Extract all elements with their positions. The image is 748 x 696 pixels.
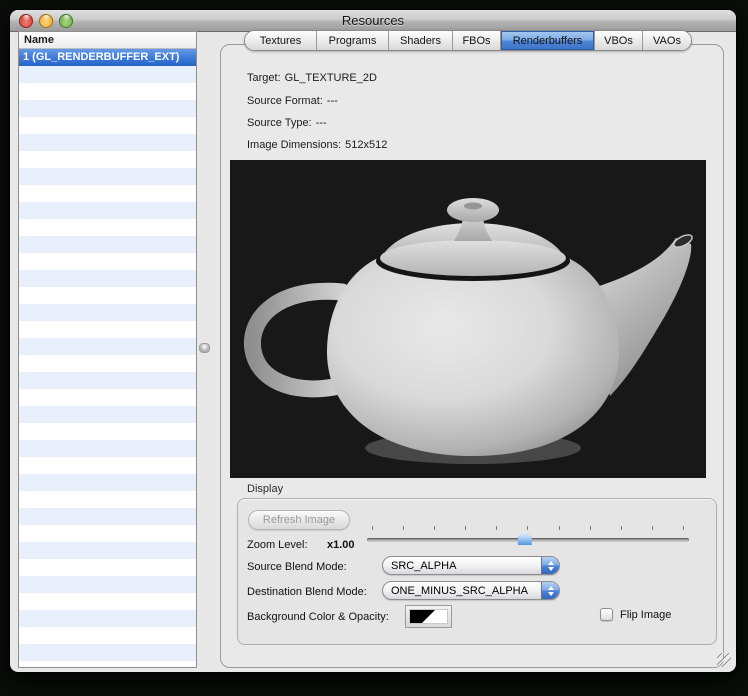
source-blend-value: SRC_ALPHA [383, 560, 541, 572]
zoom-level-label: Zoom Level: [247, 539, 308, 551]
tab-vbos[interactable]: VBOs [595, 31, 643, 50]
info-source-format-value: --- [327, 95, 338, 107]
info-target: Target: GL_TEXTURE_2D [247, 72, 377, 84]
list-item-renderbuffer[interactable]: 1 (GL_RENDERBUFFER_EXT) [19, 49, 196, 66]
window-title: Resources [342, 13, 404, 28]
info-dimensions: Image Dimensions: 512x512 [247, 139, 387, 151]
splitter-grabber[interactable] [200, 344, 209, 352]
flip-image-label: Flip Image [620, 609, 671, 621]
info-dimensions-value: 512x512 [345, 139, 387, 151]
refresh-image-button[interactable]: Refresh Image [248, 510, 350, 530]
background-color-label: Background Color & Opacity: [247, 611, 389, 623]
display-group-label: Display [247, 483, 283, 495]
zoom-slider[interactable] [367, 526, 689, 548]
info-target-label: Target: [247, 72, 281, 84]
tab-bar: Textures Programs Shaders FBOs Renderbuf… [244, 30, 692, 51]
button-gloss [62, 15, 71, 21]
minimize-button-icon[interactable] [39, 14, 53, 28]
source-blend-select[interactable]: SRC_ALPHA [382, 556, 560, 575]
tab-vaos[interactable]: VAOs [643, 31, 691, 50]
source-blend-label: Source Blend Mode: [247, 561, 347, 573]
name-column-header[interactable]: Name [19, 32, 196, 49]
texture-preview-image [230, 160, 706, 478]
dest-blend-label: Destination Blend Mode: [247, 586, 367, 598]
button-gloss [22, 15, 31, 21]
info-target-value: GL_TEXTURE_2D [285, 72, 377, 84]
zoom-button-icon[interactable] [59, 14, 73, 28]
dest-blend-select[interactable]: ONE_MINUS_SRC_ALPHA [382, 581, 560, 600]
title-bar[interactable]: Resources [10, 10, 736, 32]
background-color-well[interactable] [405, 605, 452, 628]
dest-blend-value: ONE_MINUS_SRC_ALPHA [383, 585, 541, 597]
slider-thumb[interactable] [518, 531, 532, 545]
tab-fbos[interactable]: FBOs [453, 31, 501, 50]
resource-list: Name 1 (GL_RENDERBUFFER_EXT) [18, 31, 197, 668]
button-gloss [42, 15, 51, 21]
info-source-type-label: Source Type: [247, 117, 312, 129]
info-source-format: Source Format: --- [247, 95, 338, 107]
info-source-type-value: --- [316, 117, 327, 129]
tab-renderbuffers[interactable]: Renderbuffers [501, 31, 595, 50]
flip-image-checkbox[interactable] [600, 608, 613, 621]
close-button-icon[interactable] [19, 14, 33, 28]
info-source-type: Source Type: --- [247, 117, 327, 129]
slider-ticks [372, 526, 684, 530]
popup-arrows-icon [541, 582, 559, 599]
resize-grip-icon[interactable] [717, 653, 731, 667]
sidebar-stripes [19, 66, 196, 668]
resources-window: Resources Name 1 (GL_RENDERBUFFER_EXT) T… [10, 10, 736, 672]
tab-shaders[interactable]: Shaders [389, 31, 453, 50]
info-dimensions-label: Image Dimensions: [247, 139, 341, 151]
info-source-format-label: Source Format: [247, 95, 323, 107]
teapot-image [230, 160, 706, 478]
zoom-level-value: x1.00 [327, 539, 355, 551]
color-opacity-swatch-icon [409, 609, 448, 624]
popup-arrows-icon [541, 557, 559, 574]
tab-textures[interactable]: Textures [245, 31, 317, 50]
tab-programs[interactable]: Programs [317, 31, 389, 50]
